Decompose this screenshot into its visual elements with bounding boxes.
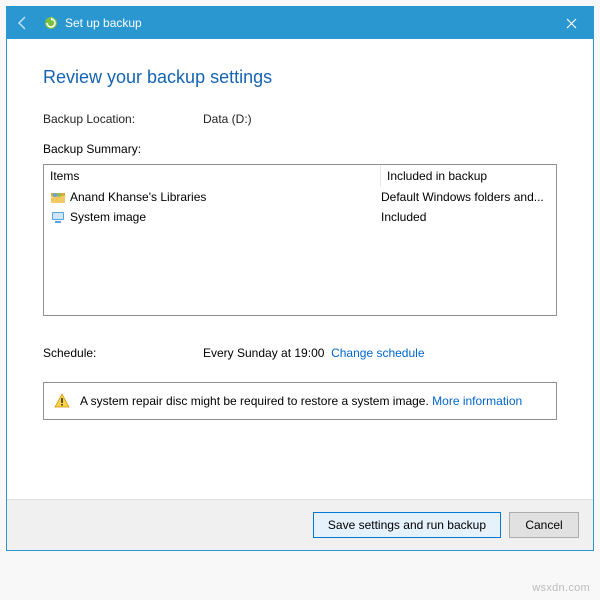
change-schedule-link[interactable]: Change schedule	[331, 346, 424, 360]
page-heading: Review your backup settings	[43, 67, 557, 88]
schedule-label: Schedule:	[43, 346, 203, 360]
backup-location-row: Backup Location: Data (D:)	[43, 112, 557, 126]
warning-text: A system repair disc might be required t…	[80, 394, 522, 408]
table-row[interactable]: Anand Khanse's Libraries Default Windows…	[44, 187, 556, 207]
close-button[interactable]	[549, 7, 593, 39]
table-row[interactable]: System image Included	[44, 207, 556, 227]
backup-summary-label: Backup Summary:	[43, 142, 557, 156]
table-header: Items Included in backup	[44, 165, 556, 187]
window-title: Set up backup	[65, 16, 142, 30]
backup-app-icon	[43, 15, 59, 31]
content-area: Review your backup settings Backup Locat…	[7, 39, 593, 499]
back-button[interactable]	[9, 9, 37, 37]
save-and-run-button[interactable]: Save settings and run backup	[313, 512, 501, 538]
footer-buttons: Save settings and run backup Cancel	[7, 499, 593, 550]
row-included: Default Windows folders and...	[381, 190, 550, 204]
libraries-icon	[50, 189, 66, 205]
watermark: wsxdn.com	[532, 582, 590, 594]
system-image-icon	[50, 209, 66, 225]
backup-location-value: Data (D:)	[203, 112, 252, 126]
backup-summary-table: Items Included in backup Anand Khanse's …	[43, 164, 557, 316]
backup-location-label: Backup Location:	[43, 112, 203, 126]
row-item: System image	[70, 210, 146, 224]
schedule-row: Schedule: Every Sunday at 19:00 Change s…	[43, 346, 557, 360]
column-included[interactable]: Included in backup	[381, 165, 556, 187]
column-items[interactable]: Items	[44, 165, 381, 187]
titlebar: Set up backup	[7, 7, 593, 39]
more-information-link[interactable]: More information	[432, 394, 522, 408]
warning-icon	[54, 393, 70, 409]
schedule-value: Every Sunday at 19:00	[203, 346, 324, 360]
row-included: Included	[381, 210, 550, 224]
warning-box: A system repair disc might be required t…	[43, 382, 557, 420]
row-item: Anand Khanse's Libraries	[70, 190, 206, 204]
cancel-button[interactable]: Cancel	[509, 512, 579, 538]
backup-settings-window: Set up backup Review your backup setting…	[6, 6, 594, 551]
